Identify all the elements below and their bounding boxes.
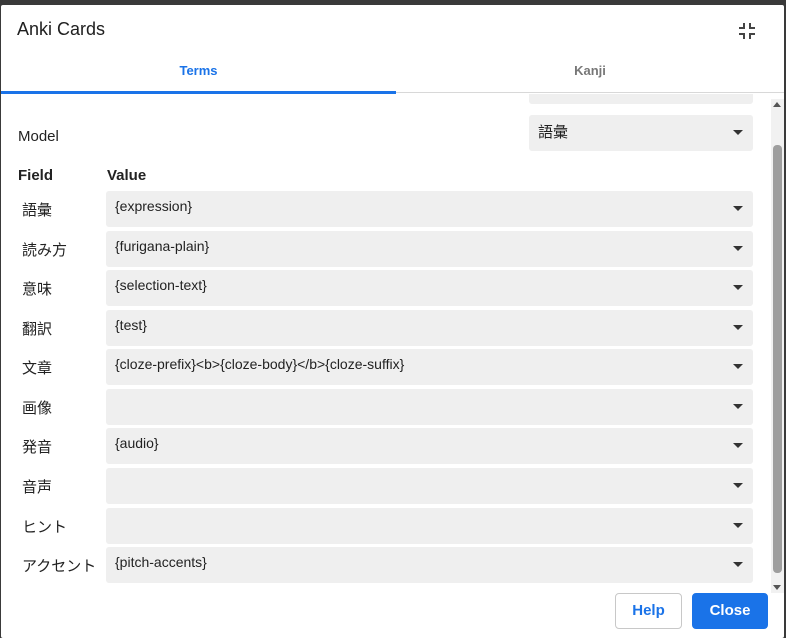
chevron-down-icon: [733, 404, 743, 409]
dialog-title: Anki Cards: [17, 19, 106, 39]
chevron-down-icon: [733, 325, 743, 330]
field-value-text: {expression}: [115, 198, 193, 214]
anki-cards-dialog: Anki Cards Terms Kanji Model 語彙 Field Va…: [1, 5, 784, 638]
field-value-text: {test}: [115, 317, 147, 333]
field-label: 文章: [22, 360, 53, 377]
field-value-select[interactable]: [106, 508, 753, 544]
field-value-text: {pitch-accents}: [115, 554, 207, 570]
help-button[interactable]: Help: [615, 593, 682, 629]
field-value-select[interactable]: {audio}: [106, 428, 753, 464]
chevron-down-icon: [733, 483, 743, 488]
field-value-select[interactable]: {test}: [106, 310, 753, 346]
chevron-down-icon: [733, 523, 743, 528]
model-label: Model: [18, 128, 59, 145]
field-value-select[interactable]: {cloze-prefix}<b>{cloze-body}</b>{cloze-…: [106, 349, 753, 385]
tab-terms[interactable]: Terms: [1, 55, 396, 94]
settings-scroll-area: Model 語彙 Field Value 語彙 {expression} 読み方…: [1, 94, 771, 588]
value-column-header: Value: [107, 167, 147, 184]
field-row: 語彙 {expression}: [1, 191, 771, 227]
field-value-select[interactable]: {furigana-plain}: [106, 231, 753, 267]
field-label: 読み方: [22, 242, 68, 259]
field-row: ヒント: [1, 508, 771, 544]
field-value-text: {furigana-plain}: [115, 238, 210, 254]
chevron-down-icon: [733, 562, 743, 567]
field-label: ヒント: [22, 519, 68, 536]
field-value-text: {audio}: [115, 435, 159, 451]
field-value-select[interactable]: [106, 389, 753, 425]
chevron-down-icon: [733, 443, 743, 448]
field-value-select[interactable]: {pitch-accents}: [106, 547, 753, 583]
field-row: 文章 {cloze-prefix}<b>{cloze-body}</b>{clo…: [1, 349, 771, 385]
tab-bar: Terms Kanji: [1, 55, 784, 94]
field-label: 語彙: [22, 202, 53, 219]
field-value-select[interactable]: {expression}: [106, 191, 753, 227]
field-value-select[interactable]: {selection-text}: [106, 270, 753, 306]
field-label: 意味: [22, 281, 53, 298]
chevron-down-icon: [733, 206, 743, 211]
collapse-icon[interactable]: [735, 19, 759, 43]
field-value-text: {cloze-prefix}<b>{cloze-body}</b>{cloze-…: [115, 356, 405, 372]
vertical-scrollbar[interactable]: [771, 99, 784, 593]
field-label: 音声: [22, 479, 53, 496]
field-label: 発音: [22, 439, 53, 456]
field-row: アクセント {pitch-accents}: [1, 547, 771, 583]
field-label: 画像: [22, 400, 53, 417]
field-value-text: {selection-text}: [115, 277, 207, 293]
close-button[interactable]: Close: [692, 593, 768, 629]
scroll-up-arrow-icon[interactable]: [773, 102, 781, 107]
model-select[interactable]: 語彙: [529, 115, 753, 151]
field-row: 翻訳 {test}: [1, 310, 771, 346]
field-row: 発音 {audio}: [1, 428, 771, 464]
field-row: 意味 {selection-text}: [1, 270, 771, 306]
deck-select-partial[interactable]: [529, 94, 753, 104]
field-column-header: Field: [18, 167, 54, 184]
scrollbar-thumb[interactable]: [773, 145, 782, 573]
field-row: 音声: [1, 468, 771, 504]
model-select-value: 語彙: [538, 124, 569, 141]
dialog-header: Anki Cards: [1, 5, 784, 55]
tab-kanji[interactable]: Kanji: [396, 55, 784, 93]
field-value-select[interactable]: [106, 468, 753, 504]
field-row: 画像: [1, 389, 771, 425]
chevron-down-icon: [733, 364, 743, 369]
dialog-footer: Help Close: [1, 588, 784, 638]
chevron-down-icon: [733, 246, 743, 251]
chevron-down-icon: [733, 285, 743, 290]
field-label: 翻訳: [22, 321, 53, 338]
field-label: アクセント: [22, 558, 97, 575]
field-row: 読み方 {furigana-plain}: [1, 231, 771, 267]
chevron-down-icon: [733, 130, 743, 135]
